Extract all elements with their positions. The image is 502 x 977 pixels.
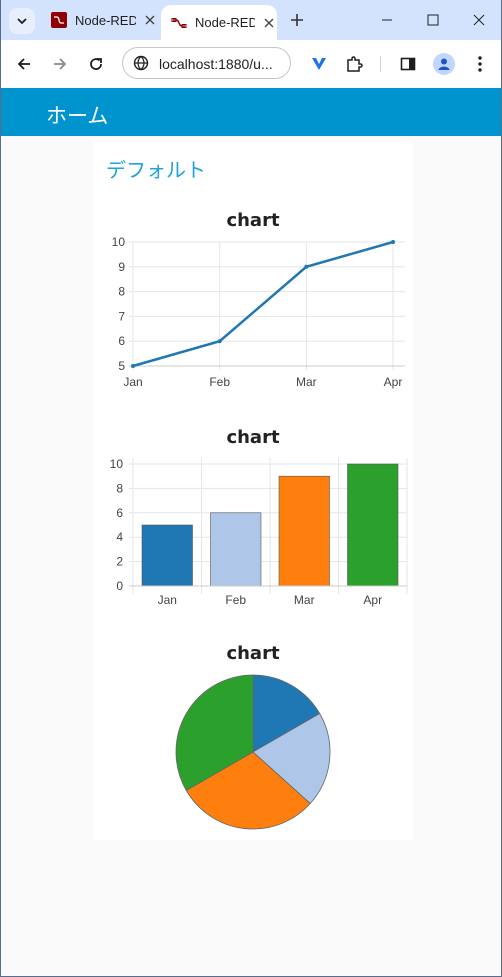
person-icon (438, 58, 450, 70)
y-tick-label: 0 (116, 579, 123, 593)
close-icon[interactable] (142, 12, 158, 28)
extensions-button[interactable] (342, 52, 366, 76)
bar (278, 475, 330, 587)
kebab-menu-icon (478, 56, 482, 72)
group-title: デフォルト (106, 160, 206, 182)
tab-strip: Node-RED Node-RED (1, 0, 501, 40)
y-tick-label: 9 (118, 260, 125, 274)
node-red-favicon-icon (51, 12, 67, 28)
maximize-button[interactable] (421, 8, 445, 32)
arrow-right-icon (54, 58, 67, 70)
close-window-button[interactable] (467, 8, 491, 32)
side-panel-button[interactable] (396, 52, 420, 76)
minimize-icon (382, 19, 392, 21)
page-title: ホーム (46, 105, 109, 128)
side-panel-icon (400, 57, 416, 71)
close-icon[interactable] (261, 15, 277, 31)
y-tick-label: 4 (116, 530, 123, 544)
close-icon (473, 14, 485, 26)
y-tick-label: 10 (110, 457, 124, 471)
x-tick-label: Jan (123, 375, 142, 389)
x-tick-label: Mar (296, 375, 317, 389)
new-tab-button[interactable] (287, 10, 307, 30)
puzzle-icon (347, 56, 363, 72)
y-tick-label: 5 (118, 359, 125, 373)
data-point (391, 240, 395, 244)
series-line (132, 240, 394, 368)
x-tick-label: Feb (209, 375, 230, 389)
plus-icon (291, 14, 303, 26)
dashboard-header: ホーム (1, 88, 501, 136)
menu-button[interactable] (468, 52, 492, 76)
address-bar[interactable]: localhost:1880/u... (122, 47, 291, 79)
x-tick-label: Feb (225, 593, 246, 607)
bar-chart: 0 2 4 6 8 10 Jan Feb Mar Apr (110, 457, 408, 607)
y-tick-label: 7 (118, 309, 125, 323)
data-point (131, 364, 135, 368)
extension-vivaldi-button[interactable] (307, 52, 331, 76)
line-chart: 5 6 7 8 9 10 Jan Feb Mar Apr (112, 235, 405, 389)
x-tick-label: Jan (158, 593, 177, 607)
browser-tab-2[interactable]: Node-RED (161, 5, 277, 40)
chevron-down-icon (17, 18, 27, 25)
bar (210, 512, 262, 587)
bar-chart-title: chart (226, 427, 280, 448)
line-chart-title: chart (226, 210, 280, 231)
reload-icon (90, 58, 102, 70)
pie-chart-title: chart (226, 643, 280, 664)
profile-avatar[interactable] (433, 53, 455, 75)
dashboard-group-card: デフォルト chart 5 6 7 8 9 10 Jan Feb Mar Apr chart 0 2… (93, 142, 413, 840)
y-tick-label: 6 (116, 506, 123, 520)
x-tick-label: Mar (294, 593, 315, 607)
bar (347, 463, 399, 587)
maximize-icon (427, 14, 439, 26)
pie-chart (175, 674, 331, 830)
y-tick-label: 2 (116, 555, 123, 569)
browser-tab-1[interactable]: Node-RED (41, 0, 158, 40)
x-tick-label: Apr (384, 375, 403, 389)
y-tick-label: 8 (118, 285, 125, 299)
data-point (304, 264, 309, 269)
forward-button[interactable] (48, 52, 72, 76)
back-button[interactable] (12, 52, 36, 76)
tab-title: Node-RED (195, 15, 256, 30)
v-shield-icon (312, 58, 326, 70)
minimize-button[interactable] (375, 8, 399, 32)
address-text: localhost:1880/u... (159, 56, 273, 72)
tab-title: Node-RED (75, 12, 137, 28)
x-tick-label: Apr (363, 593, 382, 607)
arrow-left-icon (17, 58, 30, 70)
node-red-favicon-icon (171, 15, 187, 31)
data-point (217, 339, 222, 344)
tab-search-button[interactable] (9, 8, 35, 34)
y-tick-label: 10 (112, 235, 126, 249)
y-tick-label: 8 (116, 481, 123, 495)
toolbar-divider (380, 56, 381, 72)
reload-button[interactable] (84, 52, 108, 76)
y-tick-label: 6 (118, 334, 125, 348)
bar (141, 524, 193, 587)
site-info-icon[interactable] (133, 55, 149, 76)
